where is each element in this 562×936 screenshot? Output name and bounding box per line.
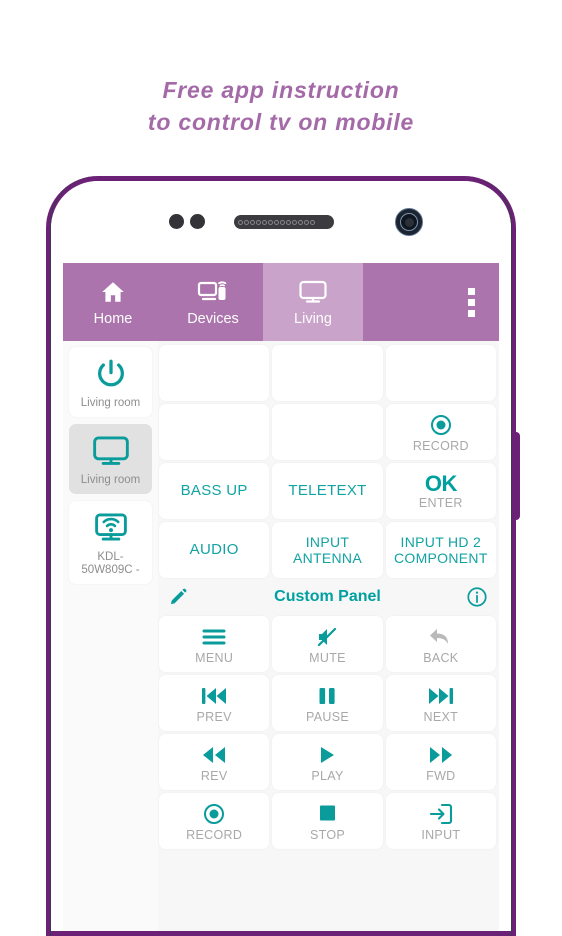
remote-button-teletext-label: TELETEXT: [288, 482, 367, 499]
headline-line-1: Free app instruction: [162, 77, 400, 103]
remote-button-back-label: BACK: [423, 650, 459, 665]
prev-icon: [200, 683, 228, 709]
remote-button-ok-sublabel: ENTER: [418, 495, 463, 510]
mute-icon: [315, 624, 339, 650]
proximity-sensor-icon: [169, 214, 184, 229]
device-sidebar: Living room Living room KDL-50W809C -: [63, 341, 158, 931]
remote-button-rev-label: REV: [200, 768, 228, 783]
remote-button[interactable]: [159, 345, 270, 401]
remote-button-pause-label: PAUSE: [306, 709, 349, 724]
remote-button-record-label: RECORD: [412, 438, 469, 453]
tv-wifi-icon: [91, 511, 131, 545]
custom-panel-title: Custom Panel: [274, 588, 381, 605]
remote-button-stop[interactable]: STOP: [272, 793, 383, 849]
remote-button-stop-label: STOP: [309, 827, 345, 842]
tab-home[interactable]: Home: [63, 263, 163, 341]
tab-devices-label: Devices: [187, 311, 239, 327]
remote-button-fwd-label: FWD: [426, 768, 456, 783]
pause-icon: [315, 683, 339, 709]
top-navigation-bar: Home Devices Living: [63, 263, 499, 341]
record-icon: [429, 412, 453, 438]
remote-button-back[interactable]: BACK: [385, 616, 496, 672]
remote-button-teletext[interactable]: TELETEXT: [272, 463, 383, 519]
remote-button[interactable]: [272, 404, 383, 460]
remote-button-pause[interactable]: PAUSE: [272, 675, 383, 731]
remote-button-fwd[interactable]: FWD: [385, 734, 496, 790]
rewind-icon: [200, 742, 228, 768]
remote-button-input-antenna[interactable]: INPUT ANTENNA: [272, 522, 383, 578]
remote-panel: RECORD BASS UP TELETEXT OK ENTER AUDIO I…: [158, 341, 499, 931]
remote-button-input-antenna-label: INPUT ANTENNA: [292, 534, 362, 566]
play-icon: [315, 742, 339, 768]
remote-button-audio[interactable]: AUDIO: [159, 522, 270, 578]
page-title: Free app instruction to control tv on mo…: [0, 74, 562, 138]
screen-body: Living room Living room KDL-50W809C - RE…: [63, 341, 499, 931]
remote-button-ok-label: OK: [424, 470, 458, 496]
remote-button-menu[interactable]: MENU: [159, 616, 270, 672]
remote-button[interactable]: [159, 404, 270, 460]
home-icon: [99, 277, 127, 307]
forward-icon: [427, 742, 455, 768]
remote-button[interactable]: [272, 345, 383, 401]
custom-panel-header: Custom Panel: [159, 578, 496, 616]
stop-icon: [315, 801, 339, 827]
remote-button-record[interactable]: RECORD: [385, 404, 496, 460]
remote-button-input[interactable]: INPUT: [385, 793, 496, 849]
next-icon: [427, 683, 455, 709]
remote-button-input-label: INPUT: [421, 827, 461, 842]
sidebar-item-power[interactable]: Living room: [69, 347, 152, 417]
earpiece-speaker-icon: [234, 215, 334, 229]
app-screen: Home Devices Living Living room Living r…: [63, 263, 499, 931]
tab-living[interactable]: Living: [263, 263, 363, 341]
record-icon: [202, 801, 226, 827]
remote-button-record-2-label: RECORD: [186, 827, 243, 842]
sidebar-item-tv[interactable]: Living room: [69, 424, 152, 494]
volume-button[interactable]: [512, 432, 520, 520]
light-sensor-icon: [190, 214, 205, 229]
devices-icon: [197, 277, 229, 307]
info-icon[interactable]: [464, 584, 490, 610]
remote-button-bass-up[interactable]: BASS UP: [159, 463, 270, 519]
top-button-grid: RECORD BASS UP TELETEXT OK ENTER AUDIO I…: [159, 345, 496, 578]
remote-button-input-hd2-label: INPUT HD 2 COMPONENT: [393, 534, 488, 566]
remote-button-record-2[interactable]: RECORD: [159, 793, 270, 849]
phone-mockup: Home Devices Living Living room Living r…: [46, 176, 516, 936]
remote-button-rev[interactable]: REV: [159, 734, 270, 790]
remote-button-play-label: PLAY: [311, 768, 344, 783]
sidebar-item-power-label: Living room: [80, 397, 141, 409]
back-icon: [428, 624, 454, 650]
tab-home-label: Home: [93, 311, 133, 327]
tv-icon: [298, 277, 328, 307]
tab-devices[interactable]: Devices: [163, 263, 263, 341]
remote-button-prev-label: PREV: [196, 709, 232, 724]
remote-button-input-hd2[interactable]: INPUT HD 2 COMPONENT: [385, 522, 496, 578]
remote-button-next[interactable]: NEXT: [385, 675, 496, 731]
remote-button-audio-label: AUDIO: [189, 541, 239, 558]
remote-button-play[interactable]: PLAY: [272, 734, 383, 790]
tv-icon: [91, 434, 131, 468]
front-camera-icon: [395, 208, 423, 236]
remote-button-ok[interactable]: OK ENTER: [385, 463, 496, 519]
menu-icon: [201, 624, 227, 650]
remote-button-mute-label: MUTE: [309, 650, 346, 665]
input-icon: [428, 801, 454, 827]
sidebar-item-kdl-label: KDL-50W809C -: [81, 551, 140, 576]
power-icon: [94, 357, 128, 391]
remote-button-prev[interactable]: PREV: [159, 675, 270, 731]
headline-line-2: to control tv on mobile: [147, 109, 415, 135]
remote-button-next-label: NEXT: [423, 709, 459, 724]
remote-button[interactable]: [385, 345, 496, 401]
remote-button-mute[interactable]: MUTE: [272, 616, 383, 672]
sidebar-item-tv-label: Living room: [80, 474, 141, 486]
remote-button-menu-label: MENU: [195, 650, 234, 665]
phone-top-bezel: [51, 181, 511, 263]
tab-living-label: Living: [294, 311, 332, 327]
sidebar-item-kdl[interactable]: KDL-50W809C -: [69, 501, 152, 584]
kebab-menu-icon[interactable]: [443, 263, 499, 341]
pencil-icon[interactable]: [165, 584, 191, 610]
bottom-button-grid: MENU MUTE BACK PREV PAUSE NEXT REV PLAY …: [159, 616, 496, 849]
remote-button-bass-up-label: BASS UP: [180, 482, 248, 499]
